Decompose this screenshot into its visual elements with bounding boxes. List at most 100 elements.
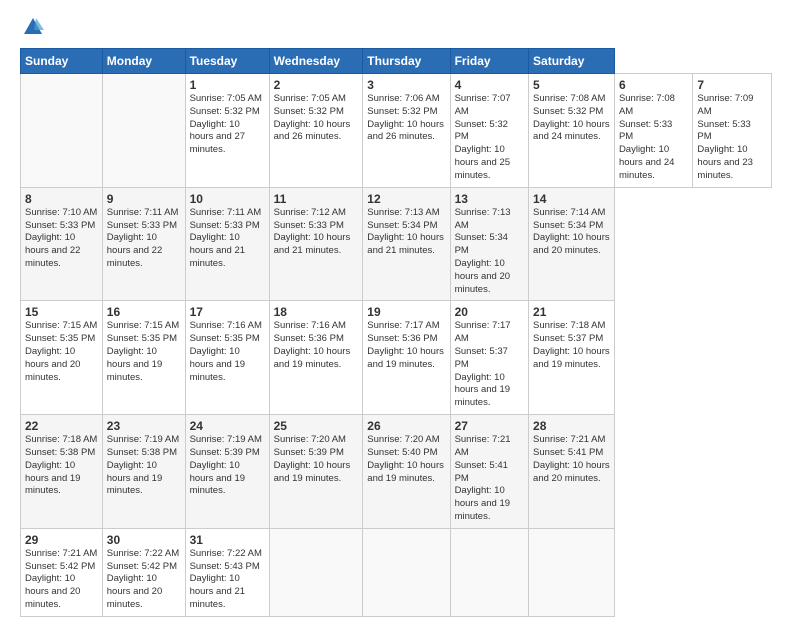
day-number: 2 [274,78,359,92]
day-number: 1 [190,78,265,92]
calendar-cell: 16 Sunrise: 7:15 AM Sunset: 5:35 PM Dayl… [102,301,185,415]
calendar-header-sunday: Sunday [21,49,103,74]
day-number: 16 [107,305,181,319]
calendar-page: SundayMondayTuesdayWednesdayThursdayFrid… [0,0,792,627]
calendar-cell: 25 Sunrise: 7:20 AM Sunset: 5:39 PM Dayl… [269,415,363,529]
calendar-cell: 28 Sunrise: 7:21 AM Sunset: 5:41 PM Dayl… [529,415,615,529]
day-number: 7 [697,78,767,92]
day-info: Sunrise: 7:21 AM Sunset: 5:42 PM Dayligh… [25,548,98,612]
day-info: Sunrise: 7:07 AM Sunset: 5:32 PM Dayligh… [455,93,524,183]
calendar-cell: 14 Sunrise: 7:14 AM Sunset: 5:34 PM Dayl… [529,187,615,301]
calendar-cell: 11 Sunrise: 7:12 AM Sunset: 5:33 PM Dayl… [269,187,363,301]
day-number: 17 [190,305,265,319]
day-info: Sunrise: 7:21 AM Sunset: 5:41 PM Dayligh… [533,434,610,485]
calendar-cell: 15 Sunrise: 7:15 AM Sunset: 5:35 PM Dayl… [21,301,103,415]
day-info: Sunrise: 7:20 AM Sunset: 5:39 PM Dayligh… [274,434,359,485]
day-number: 26 [367,419,445,433]
logo-icon [22,16,44,38]
calendar-cell: 17 Sunrise: 7:16 AM Sunset: 5:35 PM Dayl… [185,301,269,415]
calendar-cell [363,528,450,616]
calendar-cell: 31 Sunrise: 7:22 AM Sunset: 5:43 PM Dayl… [185,528,269,616]
day-number: 6 [619,78,688,92]
day-info: Sunrise: 7:10 AM Sunset: 5:33 PM Dayligh… [25,207,98,271]
calendar-cell [529,528,615,616]
day-info: Sunrise: 7:09 AM Sunset: 5:33 PM Dayligh… [697,93,767,183]
day-number: 27 [455,419,524,433]
calendar-header-monday: Monday [102,49,185,74]
day-info: Sunrise: 7:13 AM Sunset: 5:34 PM Dayligh… [455,207,524,297]
calendar-cell: 30 Sunrise: 7:22 AM Sunset: 5:42 PM Dayl… [102,528,185,616]
calendar-cell: 6 Sunrise: 7:08 AM Sunset: 5:33 PM Dayli… [614,74,692,188]
day-number: 11 [274,192,359,206]
day-number: 24 [190,419,265,433]
day-info: Sunrise: 7:22 AM Sunset: 5:43 PM Dayligh… [190,548,265,612]
calendar-cell: 18 Sunrise: 7:16 AM Sunset: 5:36 PM Dayl… [269,301,363,415]
calendar-cell: 19 Sunrise: 7:17 AM Sunset: 5:36 PM Dayl… [363,301,450,415]
calendar-cell: 20 Sunrise: 7:17 AM Sunset: 5:37 PM Dayl… [450,301,528,415]
day-number: 10 [190,192,265,206]
calendar-cell: 12 Sunrise: 7:13 AM Sunset: 5:34 PM Dayl… [363,187,450,301]
day-number: 30 [107,533,181,547]
day-number: 20 [455,305,524,319]
calendar-cell [21,74,103,188]
day-info: Sunrise: 7:05 AM Sunset: 5:32 PM Dayligh… [190,93,265,157]
day-info: Sunrise: 7:18 AM Sunset: 5:37 PM Dayligh… [533,320,610,371]
calendar-cell: 23 Sunrise: 7:19 AM Sunset: 5:38 PM Dayl… [102,415,185,529]
day-number: 22 [25,419,98,433]
calendar-header-wednesday: Wednesday [269,49,363,74]
day-info: Sunrise: 7:08 AM Sunset: 5:33 PM Dayligh… [619,93,688,183]
day-number: 28 [533,419,610,433]
day-info: Sunrise: 7:16 AM Sunset: 5:35 PM Dayligh… [190,320,265,384]
day-number: 25 [274,419,359,433]
day-info: Sunrise: 7:11 AM Sunset: 5:33 PM Dayligh… [107,207,181,271]
calendar-cell: 4 Sunrise: 7:07 AM Sunset: 5:32 PM Dayli… [450,74,528,188]
calendar-cell: 9 Sunrise: 7:11 AM Sunset: 5:33 PM Dayli… [102,187,185,301]
day-info: Sunrise: 7:21 AM Sunset: 5:41 PM Dayligh… [455,434,524,524]
calendar-header-thursday: Thursday [363,49,450,74]
calendar-cell: 22 Sunrise: 7:18 AM Sunset: 5:38 PM Dayl… [21,415,103,529]
day-info: Sunrise: 7:15 AM Sunset: 5:35 PM Dayligh… [107,320,181,384]
calendar-header: SundayMondayTuesdayWednesdayThursdayFrid… [21,49,772,74]
day-info: Sunrise: 7:11 AM Sunset: 5:33 PM Dayligh… [190,207,265,271]
calendar-cell [269,528,363,616]
day-number: 5 [533,78,610,92]
calendar-cell: 7 Sunrise: 7:09 AM Sunset: 5:33 PM Dayli… [693,74,772,188]
day-info: Sunrise: 7:13 AM Sunset: 5:34 PM Dayligh… [367,207,445,258]
calendar-cell: 13 Sunrise: 7:13 AM Sunset: 5:34 PM Dayl… [450,187,528,301]
day-info: Sunrise: 7:17 AM Sunset: 5:36 PM Dayligh… [367,320,445,371]
calendar-cell: 5 Sunrise: 7:08 AM Sunset: 5:32 PM Dayli… [529,74,615,188]
day-info: Sunrise: 7:06 AM Sunset: 5:32 PM Dayligh… [367,93,445,144]
day-number: 21 [533,305,610,319]
calendar-cell: 1 Sunrise: 7:05 AM Sunset: 5:32 PM Dayli… [185,74,269,188]
day-info: Sunrise: 7:15 AM Sunset: 5:35 PM Dayligh… [25,320,98,384]
calendar-cell: 24 Sunrise: 7:19 AM Sunset: 5:39 PM Dayl… [185,415,269,529]
day-number: 23 [107,419,181,433]
calendar-cell: 27 Sunrise: 7:21 AM Sunset: 5:41 PM Dayl… [450,415,528,529]
day-number: 9 [107,192,181,206]
day-info: Sunrise: 7:08 AM Sunset: 5:32 PM Dayligh… [533,93,610,144]
day-number: 12 [367,192,445,206]
calendar-table: SundayMondayTuesdayWednesdayThursdayFrid… [20,48,772,617]
calendar-cell: 10 Sunrise: 7:11 AM Sunset: 5:33 PM Dayl… [185,187,269,301]
day-info: Sunrise: 7:19 AM Sunset: 5:39 PM Dayligh… [190,434,265,498]
calendar-cell: 21 Sunrise: 7:18 AM Sunset: 5:37 PM Dayl… [529,301,615,415]
calendar-cell: 29 Sunrise: 7:21 AM Sunset: 5:42 PM Dayl… [21,528,103,616]
day-info: Sunrise: 7:20 AM Sunset: 5:40 PM Dayligh… [367,434,445,485]
day-number: 8 [25,192,98,206]
day-info: Sunrise: 7:17 AM Sunset: 5:37 PM Dayligh… [455,320,524,410]
calendar-header-saturday: Saturday [529,49,615,74]
day-info: Sunrise: 7:16 AM Sunset: 5:36 PM Dayligh… [274,320,359,371]
page-header [20,16,772,38]
day-info: Sunrise: 7:22 AM Sunset: 5:42 PM Dayligh… [107,548,181,612]
day-info: Sunrise: 7:12 AM Sunset: 5:33 PM Dayligh… [274,207,359,258]
day-info: Sunrise: 7:19 AM Sunset: 5:38 PM Dayligh… [107,434,181,498]
calendar-header-friday: Friday [450,49,528,74]
day-number: 3 [367,78,445,92]
day-number: 14 [533,192,610,206]
day-number: 31 [190,533,265,547]
day-number: 29 [25,533,98,547]
calendar-cell: 26 Sunrise: 7:20 AM Sunset: 5:40 PM Dayl… [363,415,450,529]
day-info: Sunrise: 7:18 AM Sunset: 5:38 PM Dayligh… [25,434,98,498]
calendar-cell [102,74,185,188]
day-number: 19 [367,305,445,319]
